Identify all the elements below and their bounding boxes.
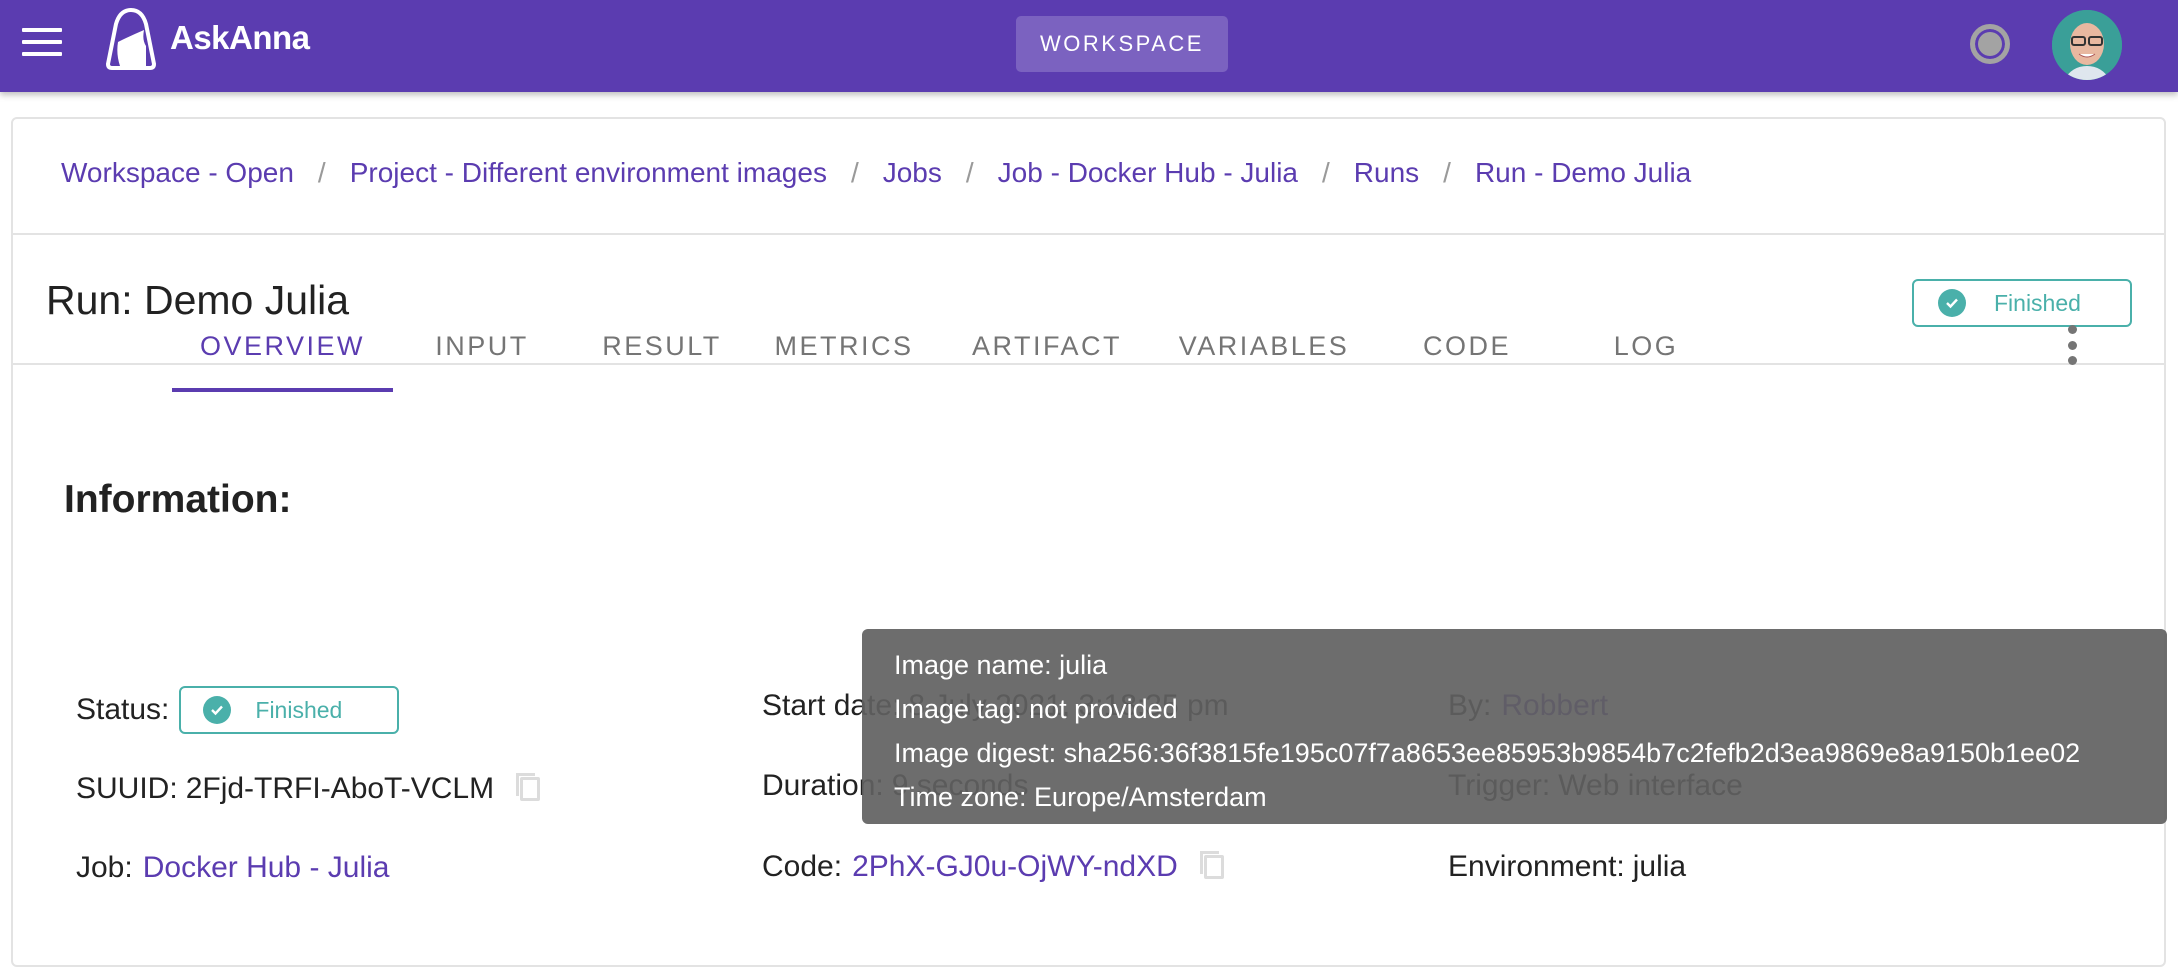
environment-tooltip: Image name: julia Image tag: not provide… (862, 629, 2167, 824)
hamburger-menu-icon[interactable] (22, 28, 62, 62)
breadcrumb-separator: / (965, 157, 974, 188)
tooltip-time-zone: Time zone: Europe/Amsterdam (894, 782, 1267, 812)
breadcrumb-separator: / (317, 157, 326, 188)
job-label: Job: (76, 851, 133, 884)
job-link[interactable]: Docker Hub - Julia (143, 851, 390, 885)
breadcrumb-job[interactable]: Job - Docker Hub - Julia (998, 157, 1298, 189)
copy-icon[interactable] (516, 773, 541, 801)
tooltip-image-digest: Image digest: sha256:36f3815fe195c07f7a8… (894, 738, 2081, 768)
run-card: Workspace - Open / Project - Different e… (11, 117, 2166, 967)
breadcrumb: Workspace - Open / Project - Different e… (61, 157, 1691, 189)
status-badge: Finished (1912, 279, 2132, 327)
breadcrumb-jobs[interactable]: Jobs (883, 157, 942, 189)
tab-log[interactable]: LOG (1565, 300, 1727, 392)
tab-variables[interactable]: VARIABLES (1159, 300, 1369, 392)
run-tabs: OVERVIEW INPUT RESULT METRICS ARTIFACT V… (172, 300, 1727, 392)
status-field: Status: Finished (76, 686, 400, 734)
environment-label: Environment: (1448, 850, 1625, 883)
check-circle-icon (1938, 289, 1966, 317)
askanna-logo-icon (105, 7, 157, 70)
tab-artifact[interactable]: ARTIFACT (935, 300, 1159, 392)
user-avatar[interactable] (2052, 10, 2122, 80)
copy-icon[interactable] (1199, 851, 1224, 879)
brand-name: AskAnna (170, 19, 310, 56)
status-badge: Finished (179, 686, 400, 734)
environment-field[interactable]: Environment: julia (1448, 850, 1686, 884)
avatar-face-icon (2052, 10, 2122, 80)
tab-metrics[interactable]: METRICS (753, 300, 935, 392)
workspace-button[interactable]: WORKSPACE (1016, 16, 1228, 72)
breadcrumb-runs[interactable]: Runs (1354, 157, 1419, 189)
environment-value: julia (1632, 850, 1687, 883)
breadcrumb-run[interactable]: Run - Demo Julia (1475, 157, 1691, 189)
information-heading: Information: (64, 478, 292, 521)
divider (13, 233, 2164, 235)
more-options-icon[interactable] (2062, 325, 2082, 365)
code-label: Code: (762, 850, 843, 883)
breadcrumb-separator: / (1322, 157, 1330, 188)
suuid-value: 2Fjd-TRFI-AboT-VCLM (185, 772, 495, 805)
tooltip-image-tag: Image tag: not provided (894, 694, 1178, 724)
breadcrumb-workspace[interactable]: Workspace - Open (61, 157, 294, 189)
status-indicator-icon (1970, 24, 2010, 64)
check-circle-icon (203, 696, 232, 724)
suuid-label: SUUID: (76, 772, 178, 805)
tab-input[interactable]: INPUT (393, 300, 571, 392)
job-field: Job: Docker Hub - Julia (76, 851, 389, 885)
suuid-field: SUUID: 2Fjd-TRFI-AboT-VCLM (76, 772, 541, 806)
tooltip-image-name: Image name: julia (894, 650, 1108, 680)
breadcrumb-separator: / (850, 157, 859, 188)
breadcrumb-project[interactable]: Project - Different environment images (350, 157, 827, 189)
tab-code[interactable]: CODE (1369, 300, 1565, 392)
status-badge-label: Finished (1994, 289, 2081, 316)
brand-logo[interactable]: AskAnna (96, 6, 310, 70)
breadcrumb-separator: / (1443, 157, 1451, 188)
code-link[interactable]: 2PhX-GJ0u-OjWY-ndXD (852, 850, 1178, 884)
code-field: Code: 2PhX-GJ0u-OjWY-ndXD (762, 850, 1224, 884)
status-label: Status: (76, 693, 170, 726)
tab-result[interactable]: RESULT (571, 300, 753, 392)
app-bar: AskAnna WORKSPACE (0, 0, 2178, 92)
status-badge-label: Finished (255, 696, 343, 723)
tab-overview[interactable]: OVERVIEW (172, 300, 393, 392)
